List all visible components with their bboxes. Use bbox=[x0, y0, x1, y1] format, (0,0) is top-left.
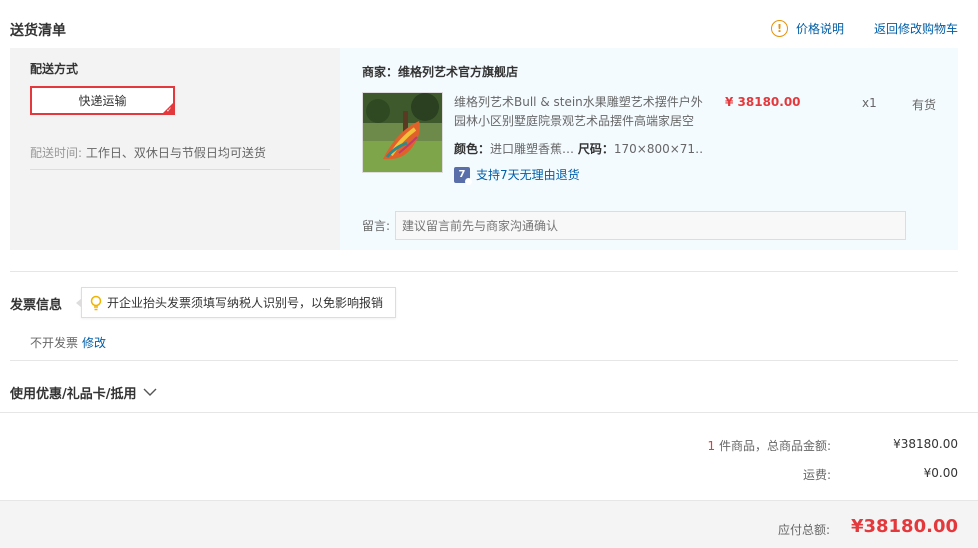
message-label: 留言: bbox=[362, 219, 391, 233]
shipping-fee: ¥0.00 bbox=[923, 466, 958, 480]
shipping-time-value: 工作日、双休日与节假日均可送货 bbox=[85, 146, 266, 160]
invoice-tip-text: 开企业抬头发票须填写纳税人识别号，以免影响报销 bbox=[107, 296, 384, 310]
order-box: 配送方式 快递运输 ✓ 配送时间: 工作日、双休日与节假日均可送货 商家：维格列… bbox=[10, 48, 958, 250]
lightbulb-icon bbox=[90, 295, 102, 310]
chevron-down-icon bbox=[143, 388, 156, 396]
section-title: 送货清单 bbox=[10, 23, 66, 39]
price-info-link[interactable]: ! 价格说明 bbox=[770, 20, 844, 37]
back-to-cart-link[interactable]: 返回修改购物车 bbox=[874, 20, 958, 37]
summary-shipping-row: 运费: ¥0.00 bbox=[631, 466, 958, 483]
item-count: 1 bbox=[707, 439, 716, 453]
coupon-title: 使用优惠/礼品卡/抵用 bbox=[10, 387, 137, 402]
shipping-column: 配送方式 快递运输 ✓ 配送时间: 工作日、双休日与节假日均可送货 bbox=[10, 48, 340, 250]
product-thumbnail-graphic bbox=[363, 93, 442, 172]
color-value: 进口雕塑香蕉… bbox=[490, 142, 575, 156]
return-policy[interactable]: 7 支持7天无理由退货 bbox=[454, 166, 580, 185]
payable-label: 应付总额: bbox=[777, 523, 830, 537]
price-info-label: 价格说明 bbox=[795, 22, 844, 36]
invoice-tip: 开企业抬头发票须填写纳税人识别号，以免影响报销 bbox=[76, 287, 396, 318]
check-icon: ✓ bbox=[166, 106, 172, 114]
return-policy-label: 支持7天无理由退货 bbox=[476, 168, 580, 182]
shipping-time-label: 配送时间: bbox=[30, 146, 83, 160]
total-bar: 应付总额: ¥38180.00 bbox=[0, 500, 978, 548]
summary-divider bbox=[0, 412, 978, 413]
size-value: 170×800×71… bbox=[613, 142, 704, 156]
coupon-toggle[interactable]: 使用优惠/礼品卡/抵用 bbox=[10, 383, 157, 402]
shipping-fee-label: 运费: bbox=[802, 468, 831, 482]
invoice-value-text: 不开发票 bbox=[30, 336, 79, 350]
product-attributes: 颜色：进口雕塑香蕉… 尺码：170×800×71… bbox=[454, 140, 704, 157]
items-total: ¥38180.00 bbox=[893, 437, 958, 451]
shipping-time: 配送时间: 工作日、双休日与节假日均可送货 bbox=[30, 144, 330, 170]
shop-column: 商家：维格列艺术官方旗舰店 维格列艺术Bull & stein水果雕塑艺术摆件户… bbox=[340, 48, 958, 250]
size-label: 尺码： bbox=[577, 142, 614, 156]
invoice-value: 不开发票 修改 bbox=[30, 334, 106, 351]
shipping-option-label: 快递运输 bbox=[78, 94, 127, 108]
product-price: ¥ 38180.00 bbox=[725, 95, 801, 109]
product-title[interactable]: 维格列艺术Bull & stein水果雕塑艺术摆件户外园林小区别墅庭院景观艺术品… bbox=[454, 93, 704, 131]
payable-total: ¥38180.00 bbox=[850, 516, 958, 537]
product-image[interactable] bbox=[362, 92, 443, 173]
divider bbox=[10, 271, 958, 272]
divider bbox=[10, 360, 958, 361]
top-links: ! 价格说明 返回修改购物车 bbox=[770, 20, 958, 37]
summary-items-label: 1 件商品，总商品金额: bbox=[631, 437, 831, 454]
message-input[interactable] bbox=[395, 211, 906, 240]
product-quantity: x1 bbox=[862, 96, 877, 110]
seven-day-return-icon: 7 bbox=[454, 166, 472, 185]
warning-icon: ! bbox=[770, 20, 788, 37]
items-label-text: 件商品，总商品金额: bbox=[718, 439, 831, 453]
shop-name: 商家：维格列艺术官方旗舰店 bbox=[362, 65, 519, 79]
color-label: 颜色： bbox=[454, 142, 491, 156]
invoice-title: 发票信息 bbox=[10, 298, 63, 313]
invoice-edit-link[interactable]: 修改 bbox=[82, 336, 106, 350]
shipping-label: 配送方式 bbox=[30, 62, 79, 76]
shipping-option-express[interactable]: 快递运输 ✓ bbox=[30, 86, 175, 115]
stock-status: 有货 bbox=[912, 98, 937, 112]
summary-items-row: 1 件商品，总商品金额: ¥38180.00 bbox=[631, 437, 958, 454]
